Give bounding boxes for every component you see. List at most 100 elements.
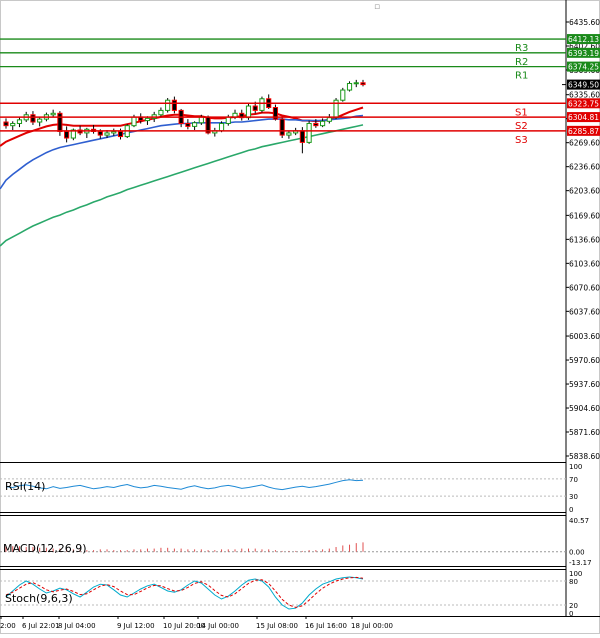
time-axis: 2:00 6 Jul 22:018 Jul 04:00 9 Jul 12:00 10 … bbox=[0, 616, 393, 630]
level-price-label: 6304.81 bbox=[568, 113, 599, 122]
stoch-tick-label: 100 bbox=[569, 570, 582, 578]
candle bbox=[16, 116, 23, 128]
window-border bbox=[0, 0, 600, 634]
candle bbox=[360, 79, 366, 87]
candle-body bbox=[165, 99, 171, 111]
macd-tick-label: 40.57 bbox=[569, 517, 589, 525]
candle-body bbox=[57, 112, 63, 132]
candle-body bbox=[326, 117, 332, 122]
candle-body bbox=[192, 122, 198, 127]
rsi-tick-label: 100 bbox=[569, 463, 582, 471]
candle-body bbox=[245, 105, 252, 119]
macd-tick-label: 0.00 bbox=[569, 549, 585, 557]
candle bbox=[30, 111, 36, 125]
candle-body bbox=[16, 119, 23, 124]
price-tick-label: 6037.60 bbox=[569, 307, 600, 316]
price-tick-label: 6203.60 bbox=[569, 187, 600, 196]
time-tick-label: 6 Jul 22:01 bbox=[22, 622, 60, 630]
candle-body bbox=[252, 105, 258, 111]
time-tick-label: 18 Jul 00:00 bbox=[351, 622, 393, 630]
price-tick-label: 6169.60 bbox=[569, 211, 600, 220]
stoch-label: Stoch(9,6,3) bbox=[5, 592, 73, 605]
candle-body bbox=[131, 116, 137, 127]
macd-tick-label: -13.17 bbox=[569, 559, 592, 567]
candle bbox=[272, 104, 279, 121]
rsi-panel: RSI(14) 100 70 30 0 bbox=[0, 463, 582, 514]
time-tick-label: 15 Jul 08:00 bbox=[256, 622, 298, 630]
stoch-tick-label: 20 bbox=[569, 602, 578, 610]
candle-body bbox=[37, 118, 43, 123]
time-tick-label: 14 Jul 00:00 bbox=[197, 622, 239, 630]
candle-body bbox=[346, 83, 353, 91]
candle bbox=[10, 121, 16, 131]
candle-body bbox=[171, 99, 177, 111]
price-tick-label: 6236.60 bbox=[569, 163, 600, 172]
chart-window: ▫ 6435.606402.606369.606335.606302.60626… bbox=[0, 0, 600, 634]
candle bbox=[212, 127, 218, 137]
candle bbox=[333, 98, 339, 120]
candle-body bbox=[30, 114, 36, 123]
candle bbox=[259, 96, 265, 113]
macd-panel: MACD(12,26,9) 40.57 0.00 -13.17 bbox=[0, 517, 592, 567]
rsi-label: RSI(14) bbox=[5, 480, 45, 493]
candle-body bbox=[117, 130, 124, 138]
time-tick-label: 9 Jul 12:00 bbox=[117, 622, 155, 630]
price-tick-label: 6070.60 bbox=[569, 283, 600, 292]
level-price-label: 6374.25 bbox=[568, 63, 599, 72]
candle bbox=[3, 118, 9, 129]
price-tick-label: 5838.60 bbox=[569, 452, 600, 461]
price-tick-label: 6435.60 bbox=[569, 18, 600, 27]
candle bbox=[165, 98, 171, 113]
macd-label: MACD(12,26,9) bbox=[3, 542, 87, 555]
candle-body bbox=[286, 132, 292, 136]
stoch-tick-label: 0 bbox=[569, 610, 573, 618]
collapse-icon: ▫ bbox=[374, 2, 380, 12]
candle-body bbox=[319, 120, 326, 127]
price-tick-label: 6269.60 bbox=[569, 139, 600, 148]
candle bbox=[185, 119, 191, 130]
level-price-label: 6323.75 bbox=[568, 99, 599, 108]
candle bbox=[286, 130, 292, 139]
candle-body bbox=[353, 82, 359, 85]
candle-body bbox=[259, 98, 265, 111]
candle bbox=[57, 111, 63, 136]
candle bbox=[266, 94, 272, 109]
rsi-tick-label: 0 bbox=[569, 506, 573, 514]
candle-body bbox=[158, 109, 164, 116]
candle-body bbox=[340, 89, 346, 101]
candle bbox=[326, 114, 332, 124]
candle bbox=[158, 107, 164, 117]
level-price-label: 6393.19 bbox=[568, 49, 599, 58]
rsi-tick-label: 30 bbox=[569, 493, 578, 501]
level-price-label: 6412.13 bbox=[568, 35, 599, 44]
candle-body bbox=[360, 82, 366, 86]
price-tick-label: 6103.60 bbox=[569, 259, 600, 268]
candle-body bbox=[225, 116, 231, 124]
candle bbox=[171, 96, 177, 114]
candle-body bbox=[218, 122, 225, 132]
stoch-tick-label: 80 bbox=[569, 578, 578, 586]
time-tick-label: 2:00 bbox=[0, 622, 16, 630]
price-tick-label: 5937.60 bbox=[569, 380, 600, 389]
candle bbox=[353, 79, 359, 88]
trading-chart: ▫ 6435.606402.606369.606335.606302.60626… bbox=[0, 0, 600, 634]
candle bbox=[37, 116, 43, 127]
candle bbox=[239, 109, 245, 121]
level-name-label: S3 bbox=[515, 135, 528, 146]
level-name-label: R2 bbox=[515, 57, 528, 68]
price-tick-label: 6003.60 bbox=[569, 332, 600, 341]
time-tick-label: 8 Jul 04:00 bbox=[58, 622, 96, 630]
candle-body bbox=[104, 132, 110, 136]
candle bbox=[64, 126, 70, 143]
candle bbox=[306, 120, 312, 144]
rsi-line bbox=[5, 479, 364, 491]
candle-body bbox=[313, 122, 319, 127]
rsi-tick-label: 70 bbox=[569, 476, 578, 484]
candle bbox=[192, 121, 198, 131]
candle bbox=[279, 116, 285, 139]
candle bbox=[340, 87, 346, 102]
candle bbox=[50, 109, 56, 117]
candle-body bbox=[111, 130, 117, 134]
candle bbox=[346, 81, 353, 92]
level-price-label: 6285.87 bbox=[568, 127, 599, 136]
